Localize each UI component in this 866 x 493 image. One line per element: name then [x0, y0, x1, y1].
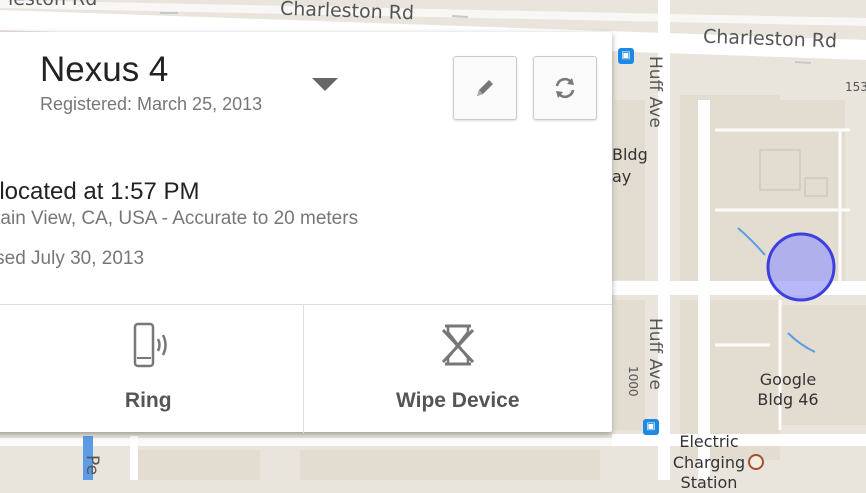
poi-google-bldg: Bldg 46 — [757, 390, 819, 409]
street-label-fragment: Pe — [82, 455, 102, 476]
address-label: 1000 — [626, 366, 640, 397]
bus-stop-icon[interactable]: ▣ — [643, 419, 659, 435]
poi-bldg: Bldg — [612, 145, 648, 164]
bus-stop-icon[interactable]: ▣ — [618, 48, 634, 64]
poi-station: Station — [680, 473, 738, 492]
poi-google-name: Google — [759, 370, 817, 389]
street-label-huff-upper: Huff Ave — [645, 56, 665, 128]
device-dropdown-icon[interactable] — [312, 78, 338, 91]
ring-label: Ring — [124, 389, 172, 412]
location-accuracy-circle — [766, 232, 836, 302]
poi-charging: Charging — [672, 453, 746, 472]
action-bar: Ring Wipe Device — [0, 304, 612, 433]
last-located-time: st located at 1:57 PM — [0, 178, 200, 205]
pencil-icon — [477, 80, 493, 96]
poi-electric: Electric — [679, 432, 739, 451]
refresh-icon — [555, 77, 575, 99]
last-used-date: t used July 30, 2013 — [0, 248, 145, 269]
refresh-button[interactable] — [533, 56, 597, 120]
address-label: 153 — [845, 80, 866, 94]
edit-button[interactable] — [453, 56, 517, 120]
phone-ring-icon — [125, 321, 171, 369]
ring-button[interactable]: Ring — [0, 305, 303, 433]
street-label-charleston-right: Charleston Rd — [702, 25, 838, 53]
device-card: Nexus 4 Registered: March 25, 2013 st lo… — [0, 32, 612, 433]
wipe-device-label: Wipe Device — [395, 389, 520, 412]
wipe-device-button[interactable]: Wipe Device — [302, 305, 613, 433]
wipe-hourglass-icon — [435, 321, 481, 369]
street-label-huff-lower: Huff Ave — [645, 318, 665, 390]
location-accuracy: untain View, CA, USA - Accurate to 20 me… — [0, 208, 359, 229]
poi-bldg-ay: ay — [612, 167, 632, 186]
device-name: Nexus 4 — [40, 50, 169, 89]
street-label: ieston Rd — [8, 0, 97, 10]
registered-date: Registered: March 25, 2013 — [40, 94, 263, 114]
